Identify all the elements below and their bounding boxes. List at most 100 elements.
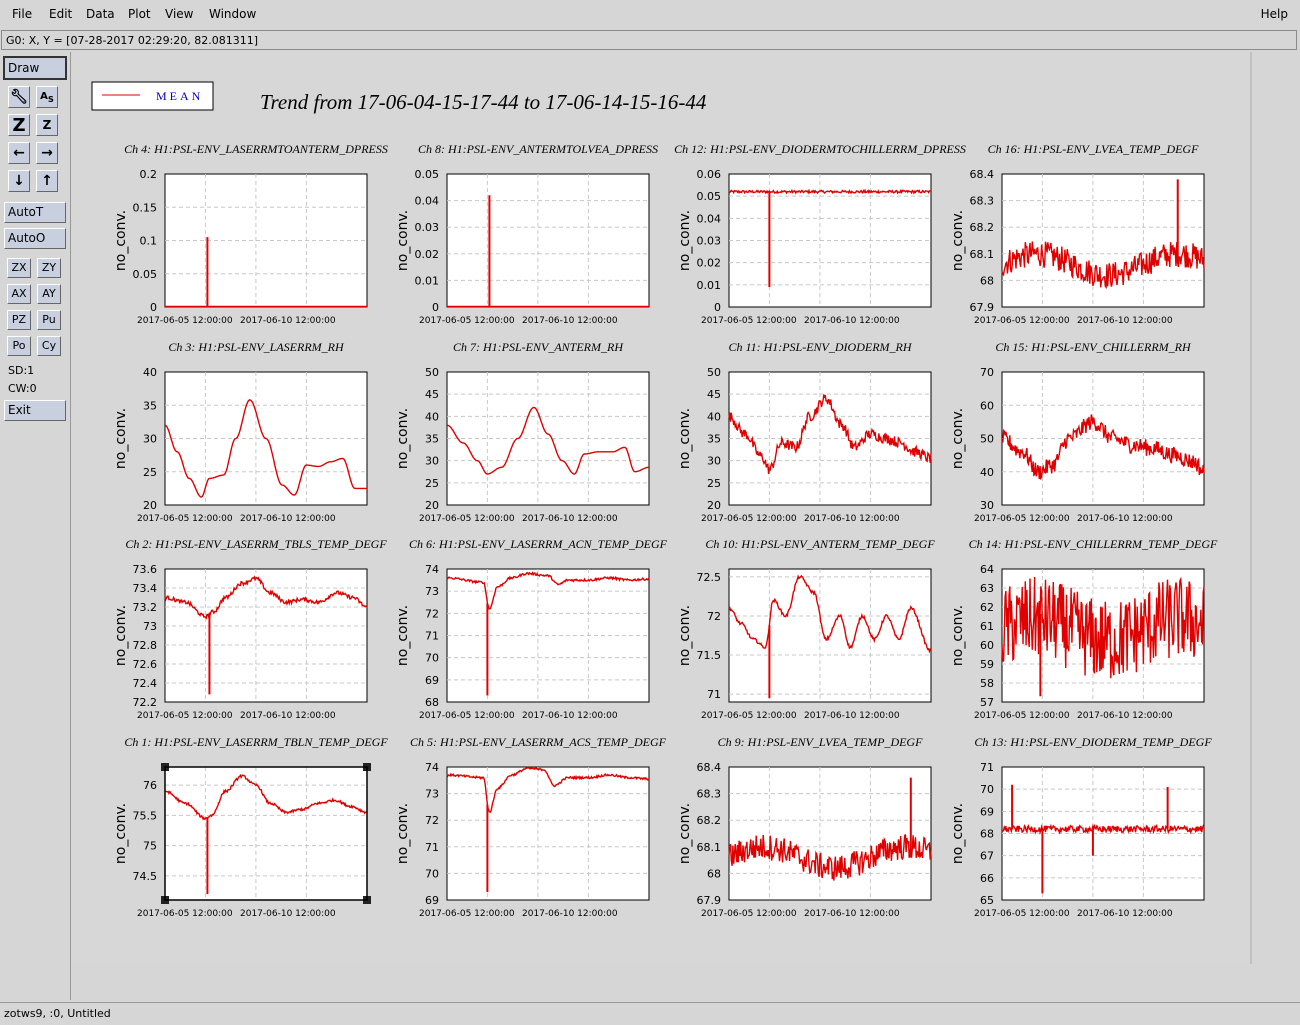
- menu-plot[interactable]: Plot: [128, 7, 151, 21]
- panel-title: Ch 9: H1:PSL-ENV_LVEA_TEMP_DEGF: [718, 735, 924, 749]
- panel-title: Ch 13: H1:PSL-ENV_DIODERM_TEMP_DEGF: [974, 735, 1212, 749]
- y-tick-label: 0: [432, 301, 439, 314]
- po-button[interactable]: Po: [7, 336, 31, 356]
- autot-button[interactable]: AutoT: [4, 202, 66, 223]
- x-tick-label: 2017-06-10 12:00:00: [1077, 909, 1173, 919]
- panel-title: Ch 7: H1:PSL-ENV_ANTERM_RH: [453, 340, 624, 354]
- zoom-out-button[interactable]: Z: [36, 114, 58, 136]
- y-tick-label: 0.05: [697, 190, 722, 203]
- chart-panel: Ch 2: H1:PSL-ENV_LASERRM_TBLS_TEMP_DEGF 7…: [113, 537, 387, 721]
- draw-button[interactable]: Draw: [3, 56, 67, 80]
- y-tick-label: 0.04: [415, 195, 440, 208]
- x-tick-label: 2017-06-10 12:00:00: [804, 909, 900, 919]
- x-tick-label: 2017-06-05 12:00:00: [419, 316, 515, 326]
- plot-area: [446, 173, 650, 308]
- y-tick-label: 71.5: [697, 649, 722, 662]
- scroll-up-button[interactable]: ↑: [36, 170, 58, 192]
- chart-panel: Ch 15: H1:PSL-ENV_CHILLERRM_RH70 60 50 40 30…: [950, 340, 1205, 524]
- y-tick-label: 50: [425, 366, 439, 379]
- exit-button[interactable]: Exit: [4, 400, 66, 421]
- y-tick-label: 74: [425, 761, 439, 774]
- autoo-button[interactable]: AutoO: [4, 228, 66, 249]
- y-axis-label: no_conv.: [677, 408, 693, 469]
- y-tick-label: 70: [425, 867, 439, 880]
- y-tick-label: 72: [425, 814, 439, 827]
- x-tick-label: 2017-06-05 12:00:00: [419, 909, 515, 919]
- y-tick-label: 0.02: [415, 248, 440, 261]
- zoom-in-button[interactable]: Z: [8, 114, 30, 136]
- pointer-tool-button[interactable]: 🔧︎: [8, 86, 30, 108]
- y-tick-label: 68.3: [697, 788, 722, 801]
- y-axis-label: no_conv.: [113, 605, 129, 666]
- y-tick-label: 76: [143, 779, 157, 792]
- ay-button[interactable]: AY: [37, 284, 61, 304]
- trend-plots: MEAN Trend from 17-06-04-15-17-44 to 17-…: [91, 81, 1218, 919]
- arrow-up-icon: ↑: [41, 173, 53, 189]
- y-tick-label: 68.2: [970, 221, 995, 234]
- menu-file[interactable]: File: [12, 7, 32, 21]
- menu-edit[interactable]: Edit: [49, 7, 72, 21]
- cy-button[interactable]: Cy: [37, 336, 61, 356]
- pz-button[interactable]: PZ: [7, 310, 31, 330]
- menu-help[interactable]: Help: [1261, 7, 1288, 21]
- left-toolbar: Draw 🔧︎ AS Z Z ← → ↓ ↑ AutoT AutoO ZX ZY…: [0, 52, 71, 1000]
- y-tick-label: 0.06: [697, 168, 722, 181]
- menu-bar: File Edit Data Plot View Window Help: [0, 0, 1300, 29]
- scroll-right-button[interactable]: →: [36, 142, 58, 164]
- menu-data[interactable]: Data: [86, 7, 115, 21]
- x-tick-label: 2017-06-05 12:00:00: [419, 514, 515, 524]
- panel-title: Ch 16: H1:PSL-ENV_LVEA_TEMP_DEGF: [988, 142, 1200, 156]
- panel-title: Ch 3: H1:PSL-ENV_LASERRM_RH: [168, 340, 345, 354]
- panel-title: Ch 1: H1:PSL-ENV_LASERRM_TBLN_TEMP_DEGF: [124, 735, 388, 749]
- x-tick-label: 2017-06-10 12:00:00: [240, 711, 336, 721]
- y-tick-label: 72.6: [133, 658, 158, 671]
- y-tick-label: 20: [143, 499, 157, 512]
- menu-view[interactable]: View: [165, 7, 193, 21]
- x-tick-label: 2017-06-05 12:00:00: [701, 909, 797, 919]
- y-tick-label: 75: [143, 840, 157, 853]
- y-tick-label: 73: [143, 620, 157, 633]
- y-tick-label: 30: [425, 455, 439, 468]
- y-tick-label: 50: [980, 433, 994, 446]
- x-tick-label: 2017-06-05 12:00:00: [137, 711, 233, 721]
- ax-button[interactable]: AX: [7, 284, 31, 304]
- chart-main-title: Trend from 17-06-04-15-17-44 to 17-06-14…: [260, 90, 707, 114]
- y-tick-label: 68: [707, 867, 721, 880]
- panel-title: Ch 2: H1:PSL-ENV_LASERRM_TBLS_TEMP_DEGF: [125, 537, 387, 551]
- panel-title: Ch 14: H1:PSL-ENV_CHILLERRM_TEMP_DEGF: [969, 537, 1218, 551]
- y-tick-label: 75.5: [133, 809, 158, 822]
- x-tick-label: 2017-06-05 12:00:00: [974, 316, 1070, 326]
- panel-title: Ch 5: H1:PSL-ENV_LASERRM_ACS_TEMP_DEGF: [410, 735, 667, 749]
- menu-window[interactable]: Window: [209, 7, 256, 21]
- y-tick-label: 45: [707, 388, 721, 401]
- y-axis-label: no_conv.: [950, 408, 966, 469]
- y-tick-label: 72.2: [133, 696, 158, 709]
- plot-canvas[interactable]: MEAN Trend from 17-06-04-15-17-44 to 17-…: [72, 52, 1252, 964]
- scroll-left-button[interactable]: ←: [8, 142, 30, 164]
- y-axis-label: no_conv.: [113, 408, 129, 469]
- scroll-down-button[interactable]: ↓: [8, 170, 30, 192]
- cw-label: CW:0: [8, 382, 37, 395]
- y-axis-label: no_conv.: [677, 605, 693, 666]
- y-axis-label: no_conv.: [395, 210, 411, 271]
- y-tick-label: 0.03: [415, 221, 440, 234]
- panel-title: Ch 6: H1:PSL-ENV_LASERRM_ACN_TEMP_DEGF: [409, 537, 668, 551]
- panel-title: Ch 12: H1:PSL-ENV_DIODERMTOCHILLERRM_DPR…: [674, 142, 966, 156]
- y-tick-label: 73.6: [133, 563, 158, 576]
- y-tick-label: 65: [980, 894, 994, 907]
- y-tick-label: 40: [980, 466, 994, 479]
- pu-button[interactable]: Pu: [37, 310, 61, 330]
- y-tick-label: 73.2: [133, 601, 158, 614]
- chart-panel: Ch 7: H1:PSL-ENV_ANTERM_RH 50 45 40 35 30 25 20…: [395, 340, 650, 524]
- zy-button[interactable]: ZY: [37, 258, 61, 278]
- plot-area: [446, 766, 650, 901]
- y-tick-label: 70: [425, 652, 439, 665]
- y-tick-label: 70: [980, 366, 994, 379]
- zx-button[interactable]: ZX: [7, 258, 31, 278]
- x-tick-label: 2017-06-05 12:00:00: [701, 711, 797, 721]
- x-tick-label: 2017-06-10 12:00:00: [522, 711, 618, 721]
- y-tick-label: 72.4: [133, 677, 158, 690]
- y-tick-label: 0.03: [697, 235, 722, 248]
- annotate-tool-button[interactable]: AS: [36, 86, 58, 108]
- y-tick-label: 69: [980, 805, 994, 818]
